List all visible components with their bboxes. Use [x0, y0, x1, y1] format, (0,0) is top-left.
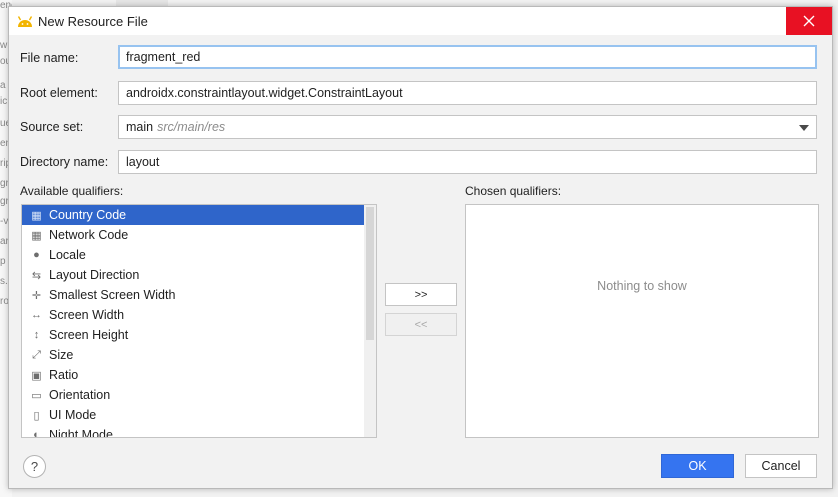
qualifier-item-locale[interactable]: ● Locale: [22, 245, 365, 265]
chosen-qualifiers-label: Chosen qualifiers:: [465, 184, 562, 198]
close-button[interactable]: [786, 7, 832, 35]
ratio-icon: ▣: [31, 369, 42, 382]
orientation-icon: ▭: [31, 389, 42, 402]
qualifier-label: Night Mode: [49, 428, 113, 438]
globe-icon: ●: [33, 249, 40, 261]
add-qualifier-button[interactable]: >>: [385, 283, 457, 306]
qualifier-item-size[interactable]: ⤢ Size: [22, 345, 365, 365]
qualifier-item-screen-height[interactable]: ↕ Screen Height: [22, 325, 365, 345]
screen-width-icon: ↔: [31, 309, 42, 321]
directory-name-input[interactable]: layout: [118, 150, 817, 174]
qualifier-item-ratio[interactable]: ▣ Ratio: [22, 365, 365, 385]
qualifier-label: UI Mode: [49, 408, 97, 422]
background-text-fragment: p: [0, 256, 6, 267]
qualifier-label: Screen Height: [49, 328, 129, 342]
screen-height-icon: ↕: [33, 329, 40, 341]
source-set-dropdown[interactable]: main src/main/res: [118, 115, 817, 139]
remove-qualifier-button[interactable]: <<: [385, 313, 457, 336]
qualifier-label: Layout Direction: [49, 268, 140, 282]
close-icon: [803, 15, 815, 27]
qualifier-item-network-code[interactable]: ▦ Network Code: [22, 225, 365, 245]
source-set-value: main: [126, 120, 154, 134]
smallest-width-icon: ✛: [31, 289, 42, 302]
background-text-fragment: s.: [0, 276, 8, 287]
qualifier-label: Screen Width: [49, 308, 125, 322]
android-icon: [17, 16, 33, 27]
directory-name-label: Directory name:: [20, 155, 109, 169]
background-text-fragment: a: [0, 80, 6, 91]
help-button[interactable]: ?: [23, 455, 46, 478]
qualifier-label: Smallest Screen Width: [49, 288, 176, 302]
list-scrollbar[interactable]: [364, 205, 376, 437]
qualifier-item-screen-width[interactable]: ↔ Screen Width: [22, 305, 365, 325]
chosen-qualifiers-list[interactable]: Nothing to show: [465, 204, 819, 438]
qualifier-item-ui-mode[interactable]: ▯ UI Mode: [22, 405, 365, 425]
file-name-input[interactable]: fragment_red: [118, 45, 817, 69]
dialog-title: New Resource File: [38, 14, 148, 29]
cancel-button[interactable]: Cancel: [745, 454, 817, 478]
available-qualifiers-label: Available qualifiers:: [20, 184, 124, 198]
help-icon: ?: [30, 459, 39, 474]
file-name-label: File name:: [20, 51, 79, 65]
qualifier-item-layout-direction[interactable]: ⇆ Layout Direction: [22, 265, 365, 285]
new-resource-file-dialog: New Resource File File name: fragment_re…: [8, 6, 833, 489]
qualifier-label: Orientation: [49, 388, 111, 402]
country-code-icon: ▦: [31, 209, 42, 222]
qualifier-label: Ratio: [49, 368, 79, 382]
qualifier-label: Locale: [49, 248, 86, 262]
qualifier-label: Country Code: [49, 208, 127, 222]
qualifier-item-orientation[interactable]: ▭ Orientation: [22, 385, 365, 405]
qualifier-label: Size: [49, 348, 74, 362]
size-icon: ⤢: [32, 348, 41, 361]
title-bar: New Resource File: [9, 7, 832, 35]
available-qualifiers-list[interactable]: ▦ Country Code ▦ Network Code ● Locale ⇆ Layout…: [21, 204, 377, 438]
background-text-fragment: w: [0, 40, 8, 51]
source-set-label: Source set:: [20, 120, 84, 134]
scrollbar-thumb[interactable]: [366, 207, 374, 340]
root-element-label: Root element:: [20, 86, 98, 100]
background-text-fragment: ic: [0, 96, 8, 107]
layout-direction-icon: ⇆: [31, 269, 42, 282]
ok-button[interactable]: OK: [661, 454, 734, 478]
qualifier-label: Network Code: [49, 228, 129, 242]
night-mode-icon: ◐: [33, 429, 40, 438]
qualifier-item-night-mode[interactable]: ◐ Night Mode: [22, 425, 365, 438]
root-element-input[interactable]: androidx.constraintlayout.widget.Constra…: [118, 81, 817, 105]
qualifier-item-smallest-screen-width[interactable]: ✛ Smallest Screen Width: [22, 285, 365, 305]
empty-state-text: Nothing to show: [597, 279, 687, 293]
qualifier-item-country-code[interactable]: ▦ Country Code: [22, 205, 365, 225]
source-set-hint: src/main/res: [157, 120, 226, 134]
ui-mode-icon: ▯: [33, 409, 40, 422]
chevron-down-icon: [799, 125, 809, 131]
network-code-icon: ▦: [31, 229, 42, 242]
